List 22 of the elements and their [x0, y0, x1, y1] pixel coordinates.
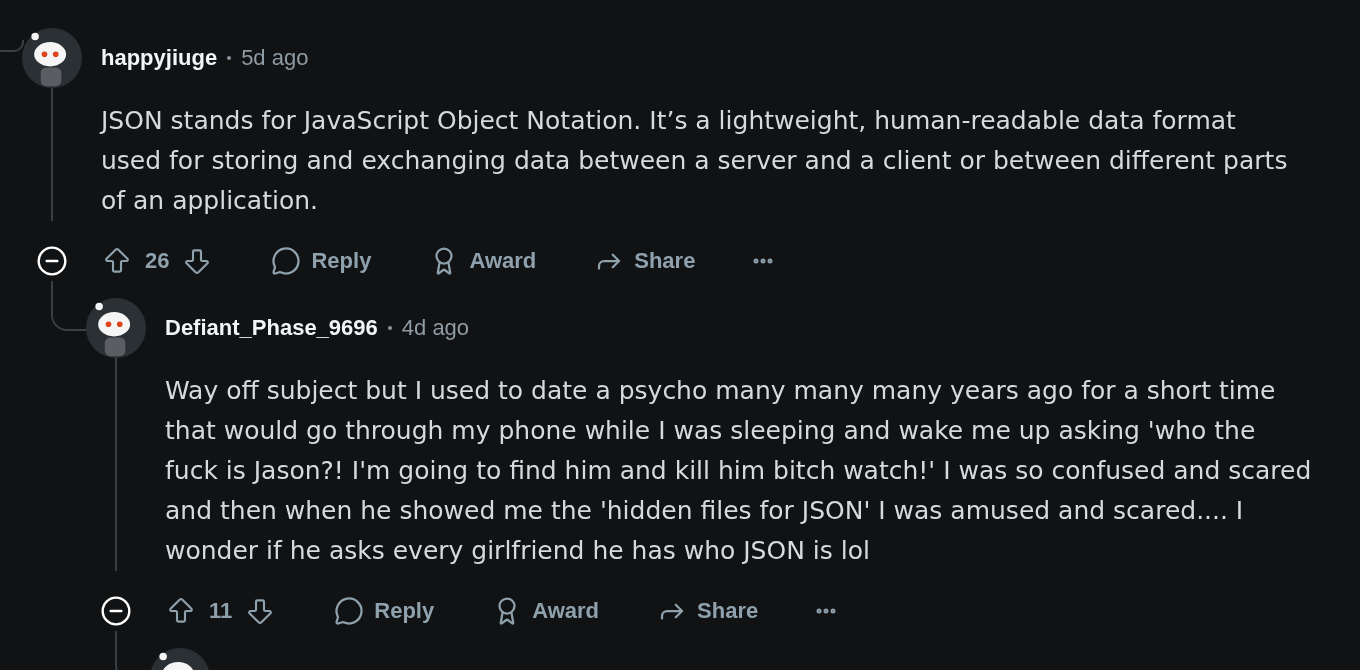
timestamp: 4d ago: [401, 315, 470, 341]
username[interactable]: Defiant_Phase_9696: [165, 315, 378, 341]
separator-dot: [387, 326, 392, 330]
avatar-icon[interactable]: [22, 28, 82, 88]
collapse-button[interactable]: [36, 245, 68, 277]
vote-count: 26: [145, 248, 170, 274]
action-button[interactable]: Reply: [334, 596, 435, 626]
speech-bubble-icon: [271, 246, 302, 276]
separator-dot: [227, 56, 232, 60]
action-button[interactable]: Share: [657, 596, 759, 626]
action-button[interactable]: Reply: [271, 246, 372, 276]
action-button[interactable]: Award: [492, 596, 600, 626]
timestamp: 5d ago: [241, 45, 309, 71]
speech-bubble-icon: [334, 596, 365, 626]
comment-text: JSON stands for JavaScript Object Notation. It’s a lightweight, human-readable data format used for storing and exchanging data between a server and a client or between different parts of an application.: [101, 105, 1289, 217]
comment-text: Way off subject but I used to date a psycho many many many years ago for a short time that would go through my phone while I was sleeping and wake me up asking 'who the fuck is Jason?! I'm going to find him and kill him bitch watch!' I was so confused and scared and then when he showed me the 'hidden files for JSON' I was amused and scared.... I wonder if he asks every girlfriend he has who JSON is lol: [165, 375, 1313, 567]
action-button[interactable]: Share: [594, 246, 696, 276]
collapse-button[interactable]: [100, 595, 132, 627]
username[interactable]: happyjiuge: [101, 45, 218, 71]
avatar-icon[interactable]: [86, 298, 146, 358]
action-button[interactable]: Award: [429, 246, 537, 276]
vote-count: 11: [209, 598, 233, 624]
